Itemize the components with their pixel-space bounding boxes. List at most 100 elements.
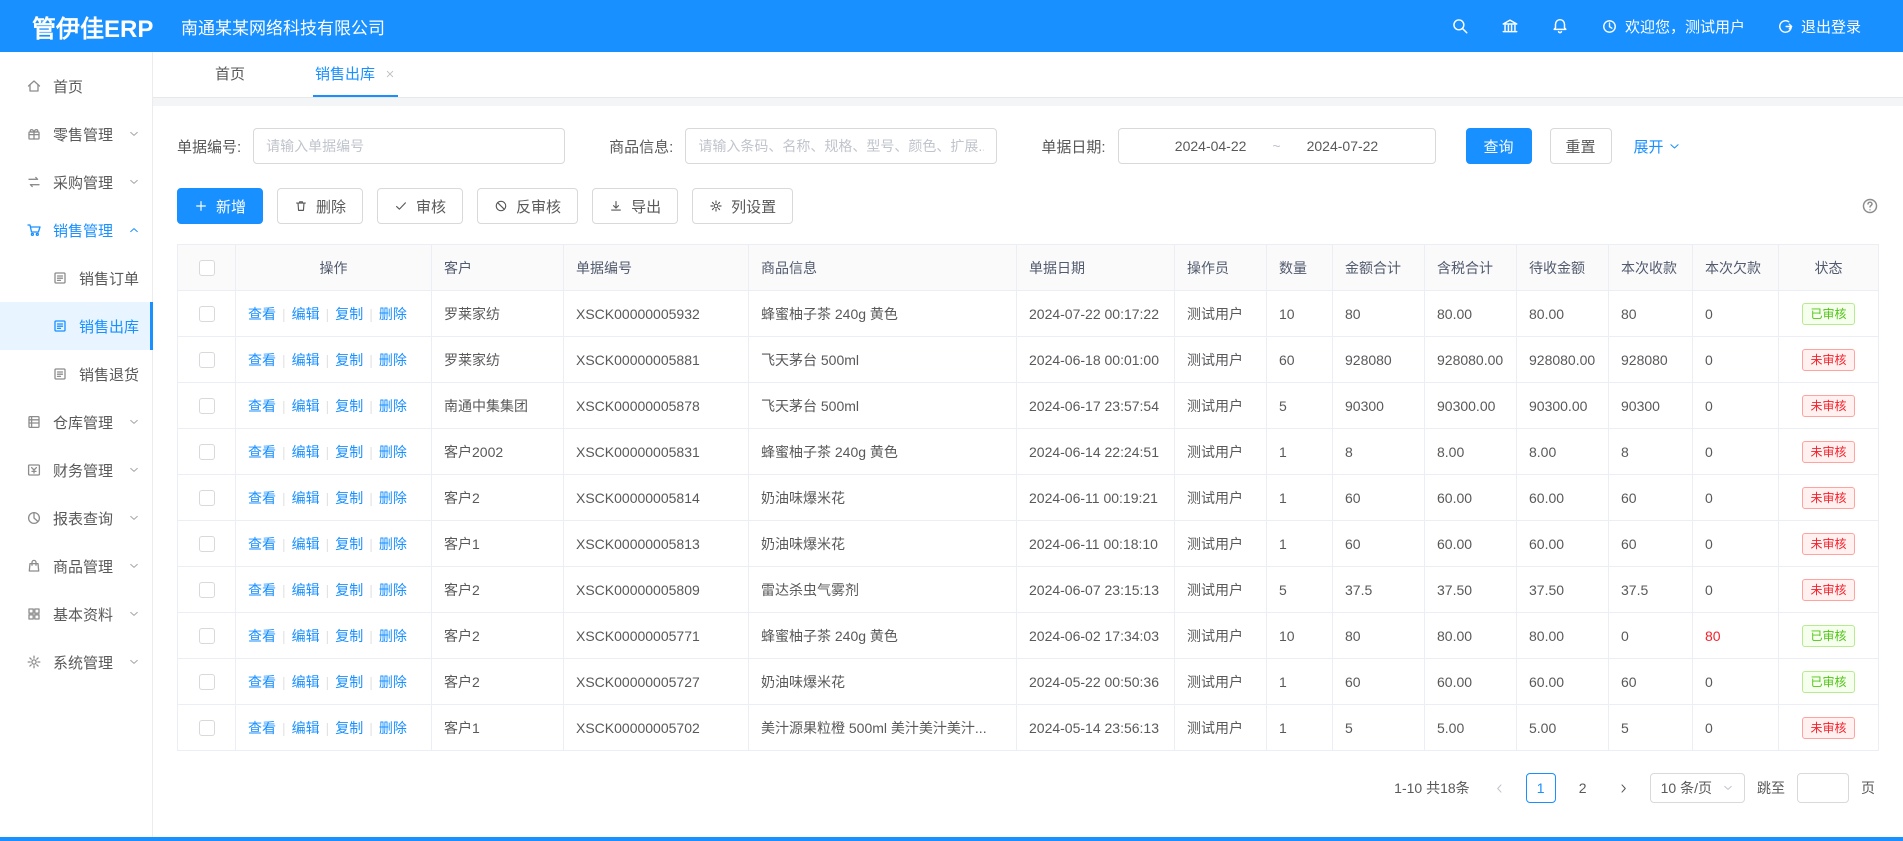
action-edit-link[interactable]: 编辑 [292,536,320,552]
action-delete-link[interactable]: 删除 [379,306,407,322]
action-view-link[interactable]: 查看 [248,352,276,368]
row-checkbox[interactable] [199,674,215,690]
action-edit-link[interactable]: 编辑 [292,306,320,322]
action-delete-link[interactable]: 删除 [379,398,407,414]
action-edit-link[interactable]: 编辑 [292,628,320,644]
sidebar-item-零售管理[interactable]: 零售管理 [0,110,152,158]
sidebar-item-系统管理[interactable]: 系统管理 [0,638,152,686]
action-view-link[interactable]: 查看 [248,306,276,322]
action-delete-link[interactable]: 删除 [379,444,407,460]
select-all-checkbox[interactable] [199,260,215,276]
action-copy-link[interactable]: 复制 [335,582,363,598]
action-copy-link[interactable]: 复制 [335,674,363,690]
page-number-2[interactable]: 2 [1568,773,1598,803]
action-delete-link[interactable]: 删除 [379,582,407,598]
date-range-picker[interactable]: 2024-04-22 ~ 2024-07-22 [1118,128,1436,164]
bell-icon[interactable] [1551,17,1569,35]
product-cell: 蜂蜜柚子茶 240g 黄色 [749,613,1017,659]
action-delete-link[interactable]: 删除 [379,352,407,368]
action-copy-link[interactable]: 复制 [335,398,363,414]
action-view-link[interactable]: 查看 [248,674,276,690]
action-view-link[interactable]: 查看 [248,490,276,506]
action-copy-link[interactable]: 复制 [335,444,363,460]
sidebar-item-销售出库[interactable]: 销售出库 [0,302,152,350]
row-checkbox[interactable] [199,628,215,644]
welcome-user[interactable]: 欢迎您，测试用户 [1601,16,1745,37]
row-checkbox[interactable] [199,352,215,368]
action-view-link[interactable]: 查看 [248,628,276,644]
unaudit-button[interactable]: 反审核 [477,188,578,224]
search-button[interactable]: 查询 [1466,128,1532,164]
action-edit-link[interactable]: 编辑 [292,444,320,460]
next-page-button[interactable] [1610,774,1638,802]
product-input[interactable] [685,128,997,164]
row-checkbox[interactable] [199,582,215,598]
row-checkbox[interactable] [199,720,215,736]
actions-cell: 查看|编辑|复制|删除 [236,383,432,429]
action-edit-link[interactable]: 编辑 [292,490,320,506]
page-number-1[interactable]: 1 [1526,773,1556,803]
column-header-单据编号: 单据编号 [564,245,749,291]
action-view-link[interactable]: 查看 [248,582,276,598]
sidebar-item-报表查询[interactable]: 报表查询 [0,494,152,542]
action-edit-link[interactable]: 编辑 [292,352,320,368]
logout-button[interactable]: 退出登录 [1777,16,1861,37]
export-button[interactable]: 导出 [592,188,678,224]
operator-cell: 测试用户 [1175,613,1267,659]
row-checkbox[interactable] [199,490,215,506]
operator-cell: 测试用户 [1175,567,1267,613]
reset-button[interactable]: 重置 [1550,128,1612,164]
sidebar-item-基本资料[interactable]: 基本资料 [0,590,152,638]
action-copy-link[interactable]: 复制 [335,306,363,322]
tab-首页[interactable]: 首页 [213,52,247,97]
action-edit-link[interactable]: 编辑 [292,674,320,690]
row-checkbox[interactable] [199,398,215,414]
action-delete-link[interactable]: 删除 [379,720,407,736]
action-delete-link[interactable]: 删除 [379,674,407,690]
add-button[interactable]: 新增 [177,188,263,224]
action-copy-link[interactable]: 复制 [335,536,363,552]
row-checkbox[interactable] [199,536,215,552]
close-icon[interactable] [384,68,396,80]
action-separator: | [326,306,330,322]
page-size-select[interactable]: 10 条/页 [1650,773,1745,803]
tab-销售出库[interactable]: 销售出库 [313,52,398,97]
bill-no-input[interactable] [253,128,565,164]
action-copy-link[interactable]: 复制 [335,490,363,506]
action-view-link[interactable]: 查看 [248,398,276,414]
help-icon[interactable] [1861,197,1879,215]
chevron-down-icon [128,560,140,572]
action-copy-link[interactable]: 复制 [335,720,363,736]
prev-page-button[interactable] [1486,774,1514,802]
sidebar-item-label: 首页 [53,76,83,97]
sidebar-item-销售管理[interactable]: 销售管理 [0,206,152,254]
sidebar-item-销售订单[interactable]: 销售订单 [0,254,152,302]
action-edit-link[interactable]: 编辑 [292,582,320,598]
columns-button[interactable]: 列设置 [692,188,793,224]
jump-page-input[interactable] [1797,773,1849,803]
action-copy-link[interactable]: 复制 [335,352,363,368]
row-checkbox[interactable] [199,306,215,322]
action-delete-link[interactable]: 删除 [379,628,407,644]
sidebar-item-财务管理[interactable]: 财务管理 [0,446,152,494]
action-view-link[interactable]: 查看 [248,444,276,460]
action-copy-link[interactable]: 复制 [335,628,363,644]
sidebar-item-首页[interactable]: 首页 [0,62,152,110]
expand-link[interactable]: 展开 [1634,136,1681,157]
sidebar-item-采购管理[interactable]: 采购管理 [0,158,152,206]
action-edit-link[interactable]: 编辑 [292,398,320,414]
delete-button[interactable]: 删除 [277,188,363,224]
action-view-link[interactable]: 查看 [248,536,276,552]
search-icon[interactable] [1451,17,1469,35]
sidebar-item-销售退货[interactable]: 销售退货 [0,350,152,398]
audit-button[interactable]: 审核 [377,188,463,224]
action-view-link[interactable]: 查看 [248,720,276,736]
sidebar-item-仓库管理[interactable]: 仓库管理 [0,398,152,446]
action-delete-link[interactable]: 删除 [379,536,407,552]
action-separator: | [326,720,330,736]
row-checkbox[interactable] [199,444,215,460]
action-delete-link[interactable]: 删除 [379,490,407,506]
sidebar-item-商品管理[interactable]: 商品管理 [0,542,152,590]
bank-icon[interactable] [1501,17,1519,35]
action-edit-link[interactable]: 编辑 [292,720,320,736]
